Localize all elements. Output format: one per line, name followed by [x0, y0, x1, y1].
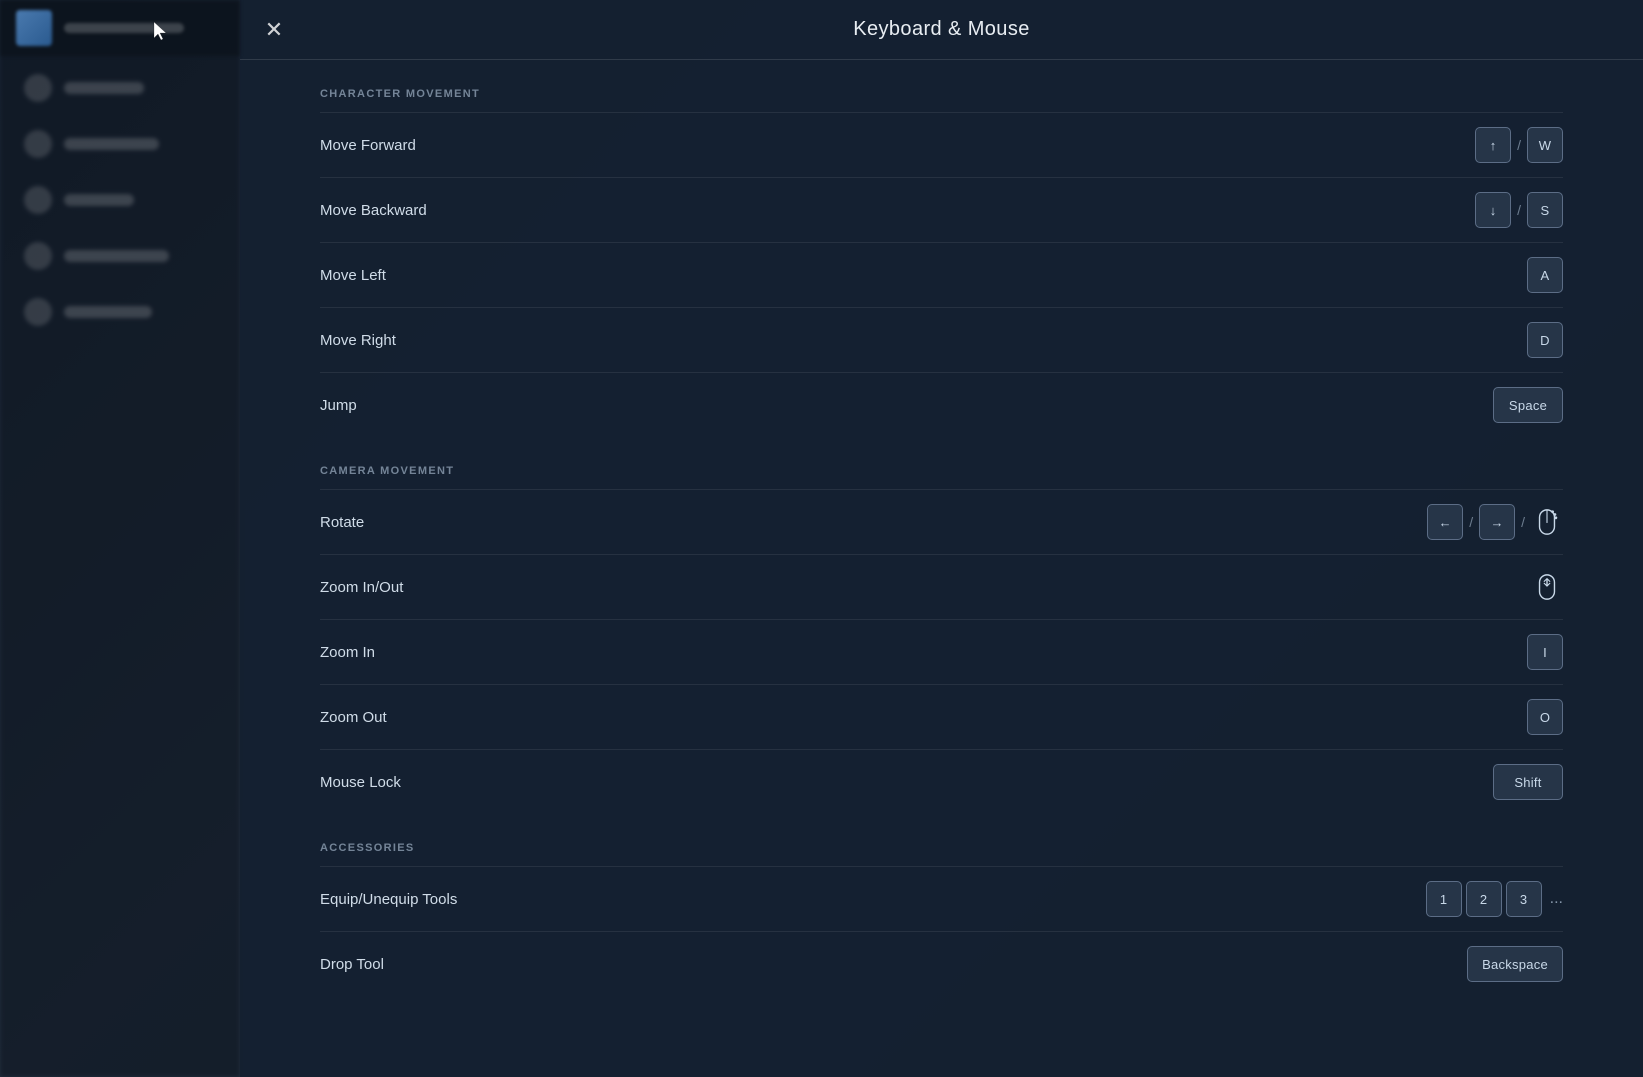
key-separator: / — [1521, 514, 1525, 530]
binding-label-equip-tools: Equip/Unequip Tools — [320, 891, 457, 908]
mouse-scroll-icon — [1531, 569, 1563, 605]
key-s[interactable]: S — [1527, 192, 1563, 228]
key-↓[interactable]: ↓ — [1475, 192, 1511, 228]
ellipsis: ... — [1550, 890, 1563, 908]
key-o[interactable]: O — [1527, 699, 1563, 735]
binding-row-zoom-inout: Zoom In/Out — [320, 554, 1563, 619]
sidebar-label-4 — [64, 250, 169, 262]
username-placeholder — [64, 23, 184, 33]
binding-label-zoom-out: Zoom Out — [320, 709, 387, 726]
key-↑[interactable]: ↑ — [1475, 127, 1511, 163]
binding-row-zoom-in: Zoom In I — [320, 619, 1563, 684]
sidebar-item-1 — [0, 60, 240, 116]
binding-row-move-left: Move Left A — [320, 242, 1563, 307]
key-separator: / — [1517, 202, 1521, 218]
binding-label-move-right: Move Right — [320, 332, 396, 349]
binding-row-move-forward: Move Forward ↑ / W — [320, 112, 1563, 177]
sidebar-label-5 — [64, 306, 152, 318]
key-d[interactable]: D — [1527, 322, 1563, 358]
key-1[interactable]: 1 — [1426, 881, 1462, 917]
binding-keys-jump: Space — [1493, 387, 1563, 423]
sidebar-icon-2 — [24, 130, 52, 158]
sidebar-icon-4 — [24, 242, 52, 270]
sidebar-icon-5 — [24, 298, 52, 326]
binding-keys-move-left: A — [1527, 257, 1563, 293]
sidebar-item-5 — [0, 284, 240, 340]
modal-content: CHARACTER MOVEMENT Move Forward ↑ / W Move Ba… — [240, 60, 1643, 1077]
section-camera-movement: CAMERA MOVEMENT Rotate ← / → / Zoom In/Out Zo… — [320, 437, 1563, 814]
sidebar — [0, 0, 240, 1077]
section-header-accessories: ACCESSORIES — [320, 814, 1563, 866]
section-accessories: ACCESSORIES Equip/Unequip Tools 123... Drop… — [320, 814, 1563, 996]
binding-keys-move-backward: ↓ / S — [1475, 192, 1563, 228]
binding-keys-equip-tools: 123... — [1426, 881, 1563, 917]
close-button[interactable]: ✕ — [256, 12, 292, 48]
mouse-drag-icon — [1531, 504, 1563, 540]
key-wide-space[interactable]: Space — [1493, 387, 1563, 423]
binding-label-jump: Jump — [320, 397, 357, 414]
binding-row-drop-tool: Drop Tool Backspace — [320, 931, 1563, 996]
binding-row-rotate: Rotate ← / → / — [320, 489, 1563, 554]
binding-label-move-forward: Move Forward — [320, 137, 416, 154]
binding-label-move-left: Move Left — [320, 267, 386, 284]
sidebar-label-2 — [64, 138, 159, 150]
modal-header: ✕ Keyboard & Mouse — [240, 0, 1643, 60]
binding-label-drop-tool: Drop Tool — [320, 956, 384, 973]
key-separator: / — [1469, 514, 1473, 530]
top-left-bar — [0, 0, 240, 56]
sidebar-icon-3 — [24, 186, 52, 214]
binding-keys-mouse-lock: Shift — [1493, 764, 1563, 800]
sidebar-item-4 — [0, 228, 240, 284]
binding-keys-move-forward: ↑ / W — [1475, 127, 1563, 163]
sidebar-icon-1 — [24, 74, 52, 102]
binding-row-equip-tools: Equip/Unequip Tools 123... — [320, 866, 1563, 931]
sidebar-item-2 — [0, 116, 240, 172]
binding-row-move-backward: Move Backward ↓ / S — [320, 177, 1563, 242]
binding-row-mouse-lock: Mouse Lock Shift — [320, 749, 1563, 814]
section-header-camera-movement: CAMERA MOVEMENT — [320, 437, 1563, 489]
section-character-movement: CHARACTER MOVEMENT Move Forward ↑ / W Move Ba… — [320, 60, 1563, 437]
section-header-character-movement: CHARACTER MOVEMENT — [320, 60, 1563, 112]
key-wide-backspace[interactable]: Backspace — [1467, 946, 1563, 982]
binding-keys-move-right: D — [1527, 322, 1563, 358]
key-a[interactable]: A — [1527, 257, 1563, 293]
sidebar-label-3 — [64, 194, 134, 206]
binding-keys-zoom-inout — [1531, 569, 1563, 605]
binding-row-zoom-out: Zoom Out O — [320, 684, 1563, 749]
key-2[interactable]: 2 — [1466, 881, 1502, 917]
key-3[interactable]: 3 — [1506, 881, 1542, 917]
binding-label-zoom-in: Zoom In — [320, 644, 375, 661]
key-w[interactable]: W — [1527, 127, 1563, 163]
modal: ✕ Keyboard & Mouse CHARACTER MOVEMENTMov… — [240, 0, 1643, 1077]
binding-keys-zoom-out: O — [1527, 699, 1563, 735]
key-separator: / — [1517, 137, 1521, 153]
binding-keys-drop-tool: Backspace — [1467, 946, 1563, 982]
key-i[interactable]: I — [1527, 634, 1563, 670]
binding-label-zoom-inout: Zoom In/Out — [320, 579, 403, 596]
modal-title: Keyboard & Mouse — [853, 18, 1030, 41]
key-→[interactable]: → — [1479, 504, 1515, 540]
binding-label-rotate: Rotate — [320, 514, 364, 531]
binding-keys-zoom-in: I — [1527, 634, 1563, 670]
binding-label-mouse-lock: Mouse Lock — [320, 774, 401, 791]
avatar — [16, 10, 52, 46]
binding-keys-rotate: ← / → / — [1427, 504, 1563, 540]
sidebar-item-3 — [0, 172, 240, 228]
sidebar-label-1 — [64, 82, 144, 94]
binding-row-jump: Jump Space — [320, 372, 1563, 437]
binding-label-move-backward: Move Backward — [320, 202, 427, 219]
key-wide-shift[interactable]: Shift — [1493, 764, 1563, 800]
binding-row-move-right: Move Right D — [320, 307, 1563, 372]
key-←[interactable]: ← — [1427, 504, 1463, 540]
